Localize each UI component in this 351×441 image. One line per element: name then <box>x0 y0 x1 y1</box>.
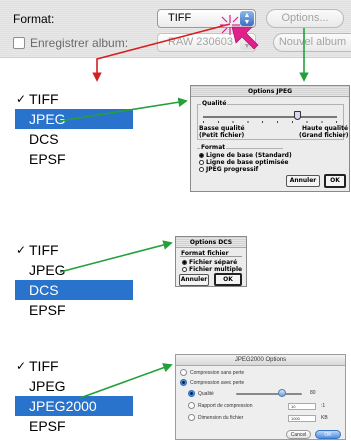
dcs-options-dialog: Options DCS Format fichier Fichier sépar… <box>175 236 247 287</box>
format-menu-dcs: ✓ TIFF JPEG DCS EPSF <box>15 240 133 320</box>
low-quality-label: Basse qualité <box>199 125 245 132</box>
menu-item[interactable]: EPSF <box>15 300 133 320</box>
menu-item-selected[interactable]: JPEG2000 <box>15 396 133 416</box>
menu-item[interactable]: JPEG <box>15 376 133 396</box>
radio-icon <box>180 369 187 376</box>
checkmark-icon: ✓ <box>16 92 27 106</box>
quality-slider-thumb[interactable] <box>278 389 286 397</box>
cancel-button[interactable]: Cancel <box>286 430 311 439</box>
format-menu-jpeg2000: ✓ TIFF JPEG JPEG2000 EPSF <box>15 356 133 436</box>
radio-selected-icon <box>182 260 187 265</box>
divider <box>180 256 242 257</box>
jpeg-options-dialog: Options JPEG Qualité Basse qualité (Peti… <box>190 85 350 192</box>
radio-selected-icon <box>180 379 187 386</box>
radio-quality[interactable]: Qualité <box>188 390 214 397</box>
format-popup[interactable]: TIFF ▲ ▼ <box>157 9 256 28</box>
menu-item-selected[interactable]: DCS <box>15 280 133 300</box>
ratio-field[interactable]: 10 <box>288 403 316 410</box>
size-unit: KB <box>321 415 328 421</box>
album-popup[interactable]: RAW 230603 ▲ ▼ <box>157 33 256 52</box>
ok-button[interactable]: OK <box>324 174 346 188</box>
menu-item[interactable]: JPEG <box>15 260 133 280</box>
radio-icon <box>182 267 187 272</box>
dialog-title: Options DCS <box>176 237 246 248</box>
format-menu-jpeg: ✓ TIFF JPEG DCS EPSF <box>15 89 133 169</box>
radio-standard[interactable]: Ligne de base (Standard) <box>199 152 292 159</box>
small-file-label: (Petit fichier) <box>199 132 245 139</box>
ratio-unit: :1 <box>321 403 326 409</box>
menu-item[interactable]: ✓ TIFF <box>15 356 133 376</box>
slider-ticks <box>203 121 337 123</box>
ok-button[interactable]: OK <box>315 430 341 439</box>
new-album-button[interactable]: Nouvel album <box>273 33 351 52</box>
options-button[interactable]: Options... <box>266 9 344 28</box>
options-button-label: Options... <box>281 12 329 24</box>
radio-lossless[interactable]: Compression sans perte <box>180 369 244 376</box>
popup-arrows-icon: ▲ ▼ <box>240 11 254 26</box>
quality-slider-track[interactable] <box>236 393 302 395</box>
radio-optimized[interactable]: Ligne de base optimisée <box>199 159 289 166</box>
checkmark-icon: ✓ <box>16 243 27 257</box>
large-file-label: (Grand fichier) <box>299 132 349 139</box>
format-group-label: Format <box>200 144 227 151</box>
radio-file-size[interactable]: Dimension du fichier <box>188 414 243 421</box>
menu-item[interactable]: DCS <box>15 129 133 149</box>
format-panel: Format: TIFF ▲ ▼ Options... Enregistrer a… <box>0 0 351 58</box>
quality-label: Qualité <box>201 100 228 107</box>
radio-icon <box>188 402 195 409</box>
radio-icon <box>199 167 204 172</box>
quality-slider-track[interactable] <box>203 116 337 118</box>
checkbox-icon <box>13 37 25 49</box>
menu-item[interactable]: EPSF <box>15 416 133 436</box>
high-quality-label: Haute qualité <box>302 125 349 132</box>
size-field[interactable]: 1000 <box>288 415 316 422</box>
cancel-button[interactable]: Annuler <box>286 175 320 187</box>
quality-slider-thumb[interactable] <box>294 111 301 120</box>
format-popup-value: TIFF <box>168 12 192 24</box>
menu-item[interactable]: EPSF <box>15 149 133 169</box>
quality-value: 80 <box>310 390 316 396</box>
menu-item[interactable]: ✓ TIFF <box>15 89 133 109</box>
checkmark-icon: ✓ <box>16 359 27 373</box>
jpeg2000-options-dialog: JPEG2000 Options Compression sans perte … <box>175 354 346 440</box>
cancel-button[interactable]: Annuler <box>179 274 209 286</box>
radio-progressive[interactable]: JPEG progressif <box>199 166 258 173</box>
dialog-title: Options JPEG <box>191 86 349 97</box>
ok-button[interactable]: OK <box>214 273 242 286</box>
radio-compression-ratio[interactable]: Rapport de compression <box>188 402 252 409</box>
album-popup-value: RAW 230603 <box>168 36 234 48</box>
menu-item[interactable]: ✓ TIFF <box>15 240 133 260</box>
album-checkbox-label: Enregistrer album: <box>30 36 129 50</box>
radio-icon <box>199 160 204 165</box>
radio-icon <box>188 414 195 421</box>
menu-item-selected[interactable]: JPEG <box>15 109 133 129</box>
radio-separate-file[interactable]: Fichier séparé <box>182 259 237 266</box>
new-album-button-label: Nouvel album <box>278 36 347 48</box>
popup-arrows-icon: ▲ ▼ <box>240 35 254 50</box>
dialog-title: JPEG2000 Options <box>176 355 345 366</box>
format-label: Format: <box>13 12 55 26</box>
radio-selected-icon <box>199 153 204 158</box>
radio-lossy[interactable]: Compression avec perte <box>180 379 244 386</box>
radio-selected-icon <box>188 390 195 397</box>
radio-multiple-file[interactable]: Fichier multiple <box>182 266 242 273</box>
album-checkbox[interactable]: Enregistrer album: <box>13 36 128 50</box>
